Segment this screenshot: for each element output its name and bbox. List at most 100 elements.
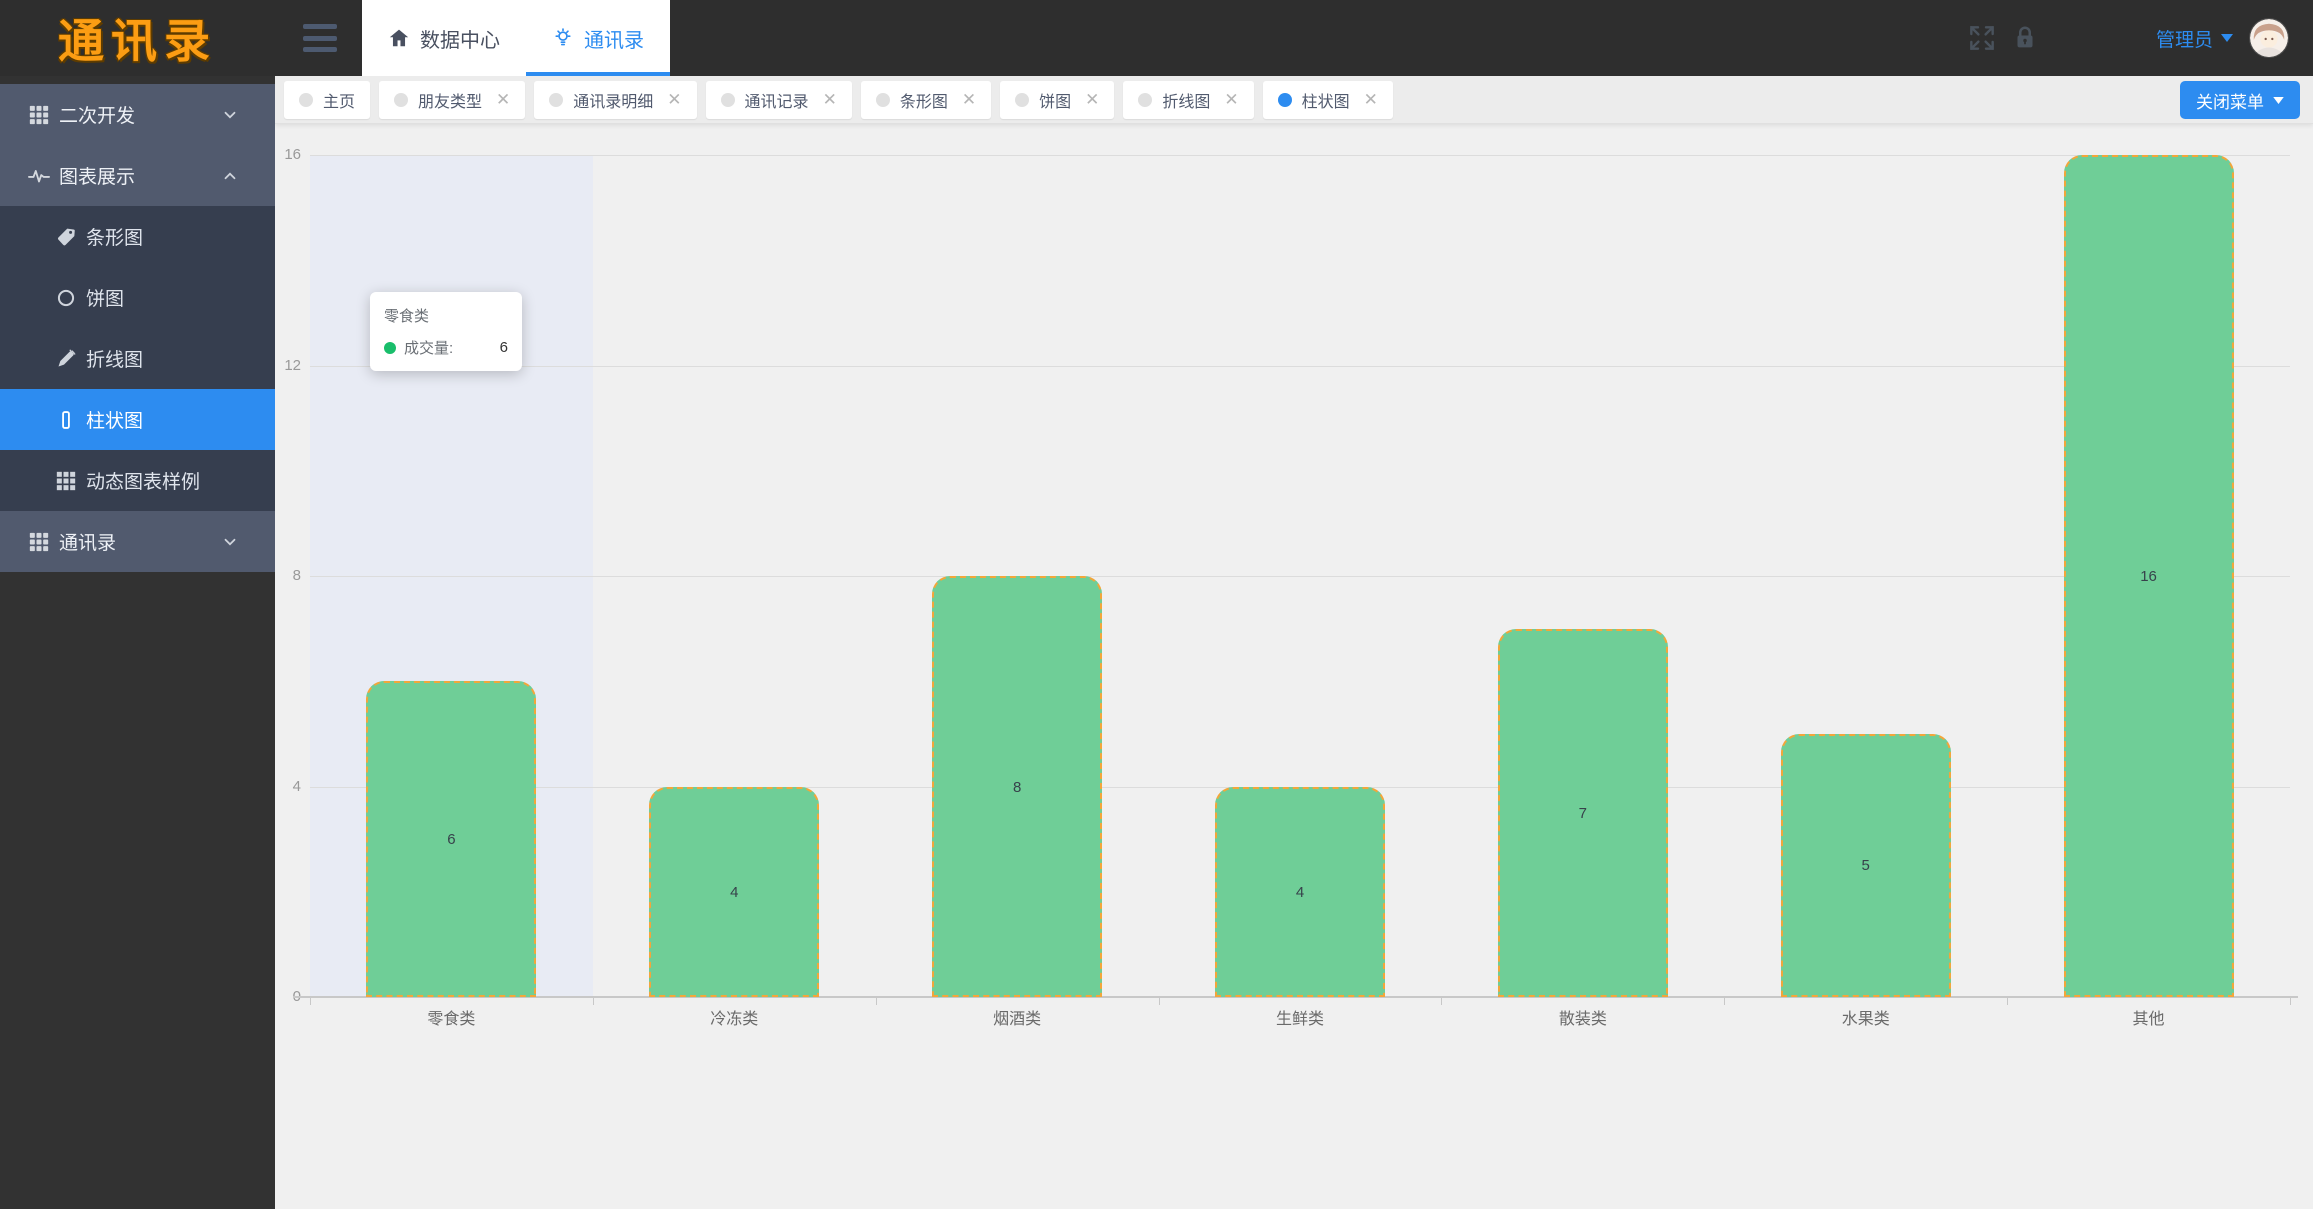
gridline bbox=[310, 366, 2290, 367]
close-menu-button[interactable]: 关闭菜单 bbox=[2180, 81, 2300, 119]
tab-home[interactable]: 主页 bbox=[284, 81, 370, 119]
y-axis-tick-label: 12 bbox=[275, 356, 301, 376]
caret-down-icon bbox=[2221, 34, 2233, 42]
bar-value-label: 16 bbox=[2066, 568, 2232, 585]
tab-friend-type[interactable]: 朋友类型 ✕ bbox=[379, 81, 525, 119]
x-axis-tick bbox=[1724, 998, 1725, 1005]
y-axis-tick-label: 8 bbox=[275, 566, 301, 586]
tag-icon bbox=[55, 226, 77, 248]
top-menu-item-data-center[interactable]: 数据中心 bbox=[362, 0, 526, 76]
bar-value-label: 8 bbox=[934, 779, 1100, 796]
bar-value-label: 4 bbox=[651, 884, 817, 901]
x-axis-category-label: 生鲜类 bbox=[1159, 1009, 1442, 1031]
x-axis-tick bbox=[593, 998, 594, 1005]
column-icon bbox=[55, 409, 77, 431]
close-icon[interactable]: ✕ bbox=[667, 91, 681, 108]
avatar[interactable] bbox=[2250, 19, 2288, 57]
sidebar-item-column-chart[interactable]: 柱状图 bbox=[0, 389, 275, 450]
grid-icon bbox=[28, 104, 50, 126]
tab-dot bbox=[876, 93, 890, 107]
active-tab-underline bbox=[526, 72, 670, 76]
bar-value-label: 5 bbox=[1783, 857, 1949, 874]
tab-line-chart[interactable]: 折线图 ✕ bbox=[1123, 81, 1253, 119]
top-menu-item-label: 通讯录 bbox=[584, 24, 644, 53]
x-axis-tick bbox=[2290, 998, 2291, 1005]
tooltip-title: 零食类 bbox=[384, 305, 508, 326]
sidebar-item-label: 动态图表样例 bbox=[86, 467, 200, 494]
bar-value-label: 6 bbox=[368, 831, 534, 848]
x-axis-tick bbox=[2007, 998, 2008, 1005]
bar[interactable]: 4 bbox=[1215, 787, 1385, 998]
grid-icon bbox=[28, 531, 50, 553]
tab-addressbook-detail[interactable]: 通讯录明细 ✕ bbox=[534, 81, 696, 119]
tooltip-row: 成交量: 6 bbox=[384, 337, 508, 358]
sidebar-item-charts[interactable]: 图表展示 bbox=[0, 145, 275, 206]
sidebar-item-pie-chart[interactable]: 饼图 bbox=[0, 267, 275, 328]
sidebar-item-label: 二次开发 bbox=[59, 101, 135, 128]
tab-label: 通讯记录 bbox=[745, 88, 809, 112]
tab-label: 主页 bbox=[323, 88, 355, 112]
x-axis-category-label: 其他 bbox=[2007, 1009, 2290, 1031]
x-axis-category-label: 水果类 bbox=[1724, 1009, 2007, 1031]
tab-dot bbox=[549, 93, 563, 107]
gridline bbox=[310, 576, 2290, 577]
top-menu-item-addressbook[interactable]: 通讯录 bbox=[526, 0, 670, 76]
close-icon[interactable]: ✕ bbox=[823, 91, 837, 108]
caret-down-icon bbox=[2273, 97, 2284, 104]
tab-contact-record[interactable]: 通讯记录 ✕ bbox=[706, 81, 852, 119]
x-axis-category-label: 散装类 bbox=[1441, 1009, 1724, 1031]
logo-text: 通讯录 bbox=[58, 5, 217, 71]
tab-label: 条形图 bbox=[900, 88, 948, 112]
fullscreen-icon[interactable] bbox=[1966, 0, 1998, 76]
top-menu: 数据中心 通讯录 bbox=[362, 0, 670, 76]
bar-chart: 零食类 成交量: 6 04812166零食类4冷冻类8烟酒类4生鲜类7散装类5水… bbox=[275, 124, 2313, 1209]
x-axis-tick bbox=[1159, 998, 1160, 1005]
bar[interactable]: 4 bbox=[649, 787, 819, 998]
tooltip-value: 6 bbox=[500, 339, 508, 356]
series-dot-icon bbox=[384, 342, 396, 354]
sidebar-item-label: 柱状图 bbox=[86, 406, 143, 433]
close-menu-button-label: 关闭菜单 bbox=[2196, 88, 2264, 113]
tab-bar: 主页 朋友类型 ✕ 通讯录明细 ✕ 通讯记录 ✕ 条形图 ✕ 饼图 ✕ bbox=[275, 76, 2313, 124]
sidebar-item-label: 条形图 bbox=[86, 223, 143, 250]
pen-icon bbox=[55, 348, 77, 370]
bar[interactable]: 8 bbox=[932, 576, 1102, 997]
tab-pie-chart[interactable]: 饼图 ✕ bbox=[1000, 81, 1114, 119]
chevron-up-icon bbox=[221, 167, 239, 185]
sidebar-item-addressbook[interactable]: 通讯录 bbox=[0, 511, 275, 572]
sidebar-item-line-chart[interactable]: 折线图 bbox=[0, 328, 275, 389]
lock-icon[interactable] bbox=[2010, 0, 2040, 76]
close-icon[interactable]: ✕ bbox=[1364, 91, 1378, 108]
bar-value-label: 7 bbox=[1500, 805, 1666, 822]
pulse-icon bbox=[28, 165, 50, 187]
close-icon[interactable]: ✕ bbox=[962, 91, 976, 108]
close-icon[interactable]: ✕ bbox=[1085, 91, 1099, 108]
sidebar-item-dynamic-chart-sample[interactable]: 动态图表样例 bbox=[0, 450, 275, 511]
bar[interactable]: 5 bbox=[1781, 734, 1951, 997]
sidebar-menu: 二次开发 图表展示 条形图 bbox=[0, 76, 275, 572]
tab-dot bbox=[1278, 93, 1292, 107]
sidebar-item-secondary-dev[interactable]: 二次开发 bbox=[0, 84, 275, 145]
close-icon[interactable]: ✕ bbox=[496, 91, 510, 108]
bar[interactable]: 16 bbox=[2064, 155, 2234, 997]
gridline bbox=[310, 155, 2290, 156]
tab-bar-chart[interactable]: 条形图 ✕ bbox=[861, 81, 991, 119]
chevron-down-icon bbox=[221, 533, 239, 551]
tab-label: 折线图 bbox=[1162, 88, 1210, 112]
tab-dot bbox=[394, 93, 408, 107]
bar[interactable]: 7 bbox=[1498, 629, 1668, 997]
close-icon[interactable]: ✕ bbox=[1224, 91, 1238, 108]
bar[interactable]: 6 bbox=[366, 681, 536, 997]
tab-dot bbox=[1015, 93, 1029, 107]
chevron-down-icon bbox=[221, 106, 239, 124]
top-header: 通讯录 数据中心 通讯录 bbox=[0, 0, 2313, 76]
logo: 通讯录 bbox=[0, 0, 275, 76]
hamburger-menu-icon[interactable] bbox=[303, 24, 339, 52]
tab-dot bbox=[299, 93, 313, 107]
sidebar-item-bar-chart[interactable]: 条形图 bbox=[0, 206, 275, 267]
tooltip-series-label: 成交量: bbox=[404, 337, 453, 358]
tab-column-chart[interactable]: 柱状图 ✕ bbox=[1263, 81, 1393, 119]
tab-label: 饼图 bbox=[1039, 88, 1071, 112]
user-menu[interactable]: 管理员 bbox=[2156, 0, 2233, 76]
sidebar-item-label: 图表展示 bbox=[59, 162, 135, 189]
